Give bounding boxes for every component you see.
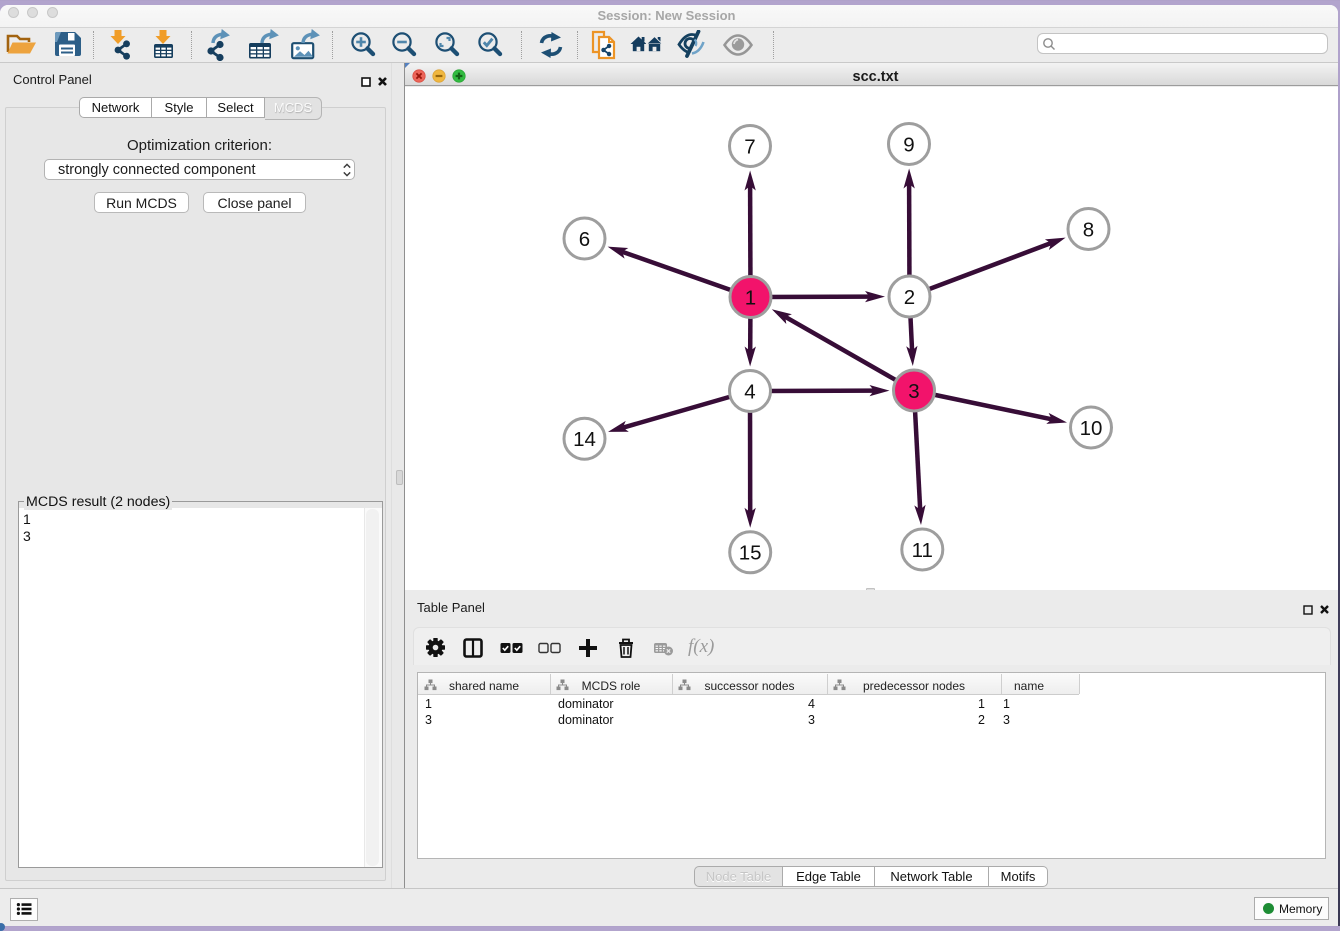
svg-text:2: 2 bbox=[904, 286, 915, 309]
svg-text:11: 11 bbox=[912, 539, 933, 562]
svg-text:14: 14 bbox=[573, 428, 596, 451]
svg-text:1: 1 bbox=[745, 286, 756, 309]
svg-text:9: 9 bbox=[903, 133, 914, 156]
svg-text:7: 7 bbox=[744, 135, 755, 158]
svg-text:10: 10 bbox=[1080, 417, 1103, 440]
svg-text:6: 6 bbox=[579, 228, 590, 251]
svg-text:8: 8 bbox=[1083, 218, 1094, 241]
svg-text:15: 15 bbox=[739, 542, 762, 565]
svg-text:3: 3 bbox=[908, 380, 919, 403]
svg-text:4: 4 bbox=[744, 380, 755, 403]
